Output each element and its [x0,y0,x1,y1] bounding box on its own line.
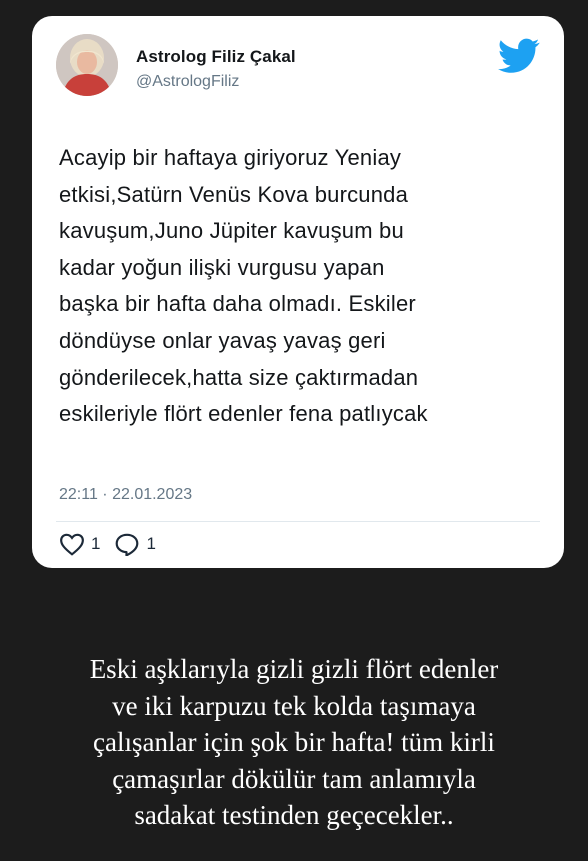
reply-button[interactable]: 1 [114,532,156,556]
author-name[interactable]: Astrolog Filiz Çakal [136,47,296,67]
author-handle[interactable]: @AstrologFiliz [136,73,239,91]
tweet-text-line: Acayip bir haftaya giriyoruz Yeniay [59,145,402,170]
twitter-bird-icon[interactable] [497,38,540,74]
tweet-text-line: eskileriyle flört edenler fena patlıycak [59,401,428,427]
author-avatar[interactable] [56,34,118,96]
tweet-text-line: etkisi,Satürn Venüs Kova burcunda [59,181,409,207]
tweet-timestamp[interactable]: 22:11 · 22.01.2023 [59,486,192,504]
tweet-text-line: gönderilecek,hatta size çaktırmadan [59,364,419,390]
tweet-card[interactable]: Astrolog Filiz Çakal @AstrologFiliz Acay… [32,16,564,568]
caption-line: sadakat testinden geçecekler.. [134,800,454,830]
tweet-text-line: döndüyse onlar yavaş yavaş geri [59,327,386,353]
story-caption: Eski aşklarıyla gizli gizli flört edenle… [0,651,588,834]
tweet-actions: 1 1 [59,532,170,556]
tweet-text-line: kavuşum,Juno Jüpiter kavuşum bu [59,218,404,244]
like-count: 1 [91,534,101,553]
caption-line: çamaşırlar dökülür tam anlamıyla [112,763,476,794]
caption-line: çalışanlar için şok bir hafta! tüm kirli [93,727,495,757]
tweet-text: Acayip bir haftaya giriyoruz Yeniay etki… [59,140,549,433]
reply-count: 1 [146,534,156,553]
tweet-text-line: kadar yoğun ilişki vurgusu yapan [59,254,385,280]
caption-line: ve iki karpuzu tek kolda taşımaya [112,690,476,721]
divider [56,521,540,522]
like-button[interactable]: 1 [59,532,100,556]
tweet-text-line: başka bir hafta daha olmadı. Eskiler [59,291,416,317]
heart-icon [60,533,84,556]
reply-bubble-icon [116,533,139,556]
caption-line: Eski aşklarıyla gizli gizli flört edenle… [89,654,499,684]
